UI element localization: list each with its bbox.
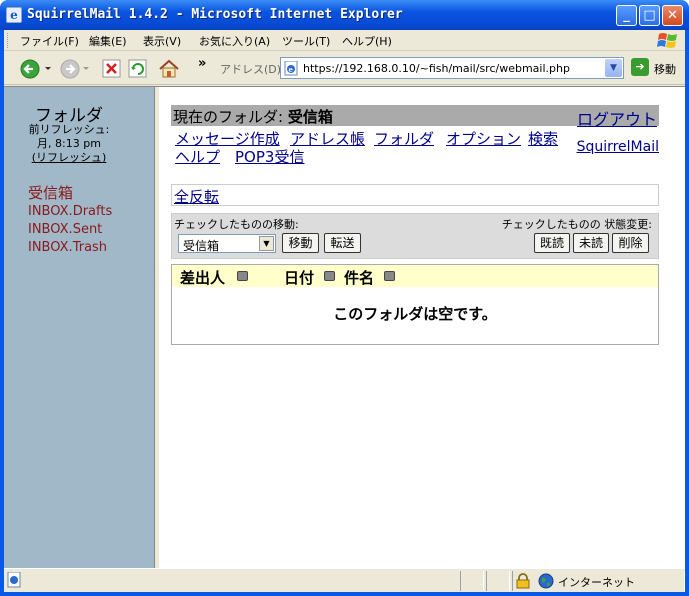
nav-help[interactable]: ヘルプ [175,146,220,167]
menu-favorites[interactable]: お気に入り(A) [199,33,270,49]
svg-text:e: e [289,65,294,74]
page-status-icon [7,572,21,588]
sort-from-icon[interactable] [237,271,248,281]
close-button[interactable]: ✕ [662,5,683,26]
frame-divider[interactable] [154,87,160,569]
browser-client: ファイル(F) 編集(E) 表示(V) お気に入り(A) ツール(T) ヘルプ(… [4,30,685,592]
lock-icon[interactable] [516,573,530,589]
home-icon[interactable] [158,58,180,80]
sort-subject-icon[interactable] [384,271,395,281]
move-folder-value: 受信箱 [183,239,220,253]
address-label: アドレス(D) [220,63,282,76]
move-button[interactable]: 移動 [282,233,319,253]
current-folder-label: 現在のフォルダ: [173,108,284,126]
address-bar[interactable]: e https://192.168.0.10/~fish/mail/src/we… [280,57,624,79]
message-pane: 現在のフォルダ: 受信箱 ログアウト メッセージ作成 アドレス帳 フォルダ オプ… [161,87,683,569]
windows-logo-icon [657,33,677,48]
menu-bar: ファイル(F) 編集(E) 表示(V) お気に入り(A) ツール(T) ヘルプ(… [4,30,685,51]
forward-icon[interactable] [60,58,92,80]
security-zone: インターネット [558,576,635,589]
sort-date-icon[interactable] [324,271,335,281]
message-list-header: 差出人 日付 件名 [172,265,658,287]
move-folder-select[interactable]: 受信箱 ▼ [178,234,276,253]
refresh-label: 前リフレッシュ: [28,123,110,136]
page-content: フォルダ 前リフレッシュ: 月, 8:13 pm (リフレッシュ) 受信箱 IN… [4,86,685,569]
logout-link[interactable]: ログアウト [577,106,657,130]
column-date[interactable]: 日付 [284,267,314,288]
message-list: 差出人 日付 件名 このフォルダは空です。 [171,264,659,345]
dropdown-arrow-icon[interactable]: ▼ [259,236,274,251]
address-url: https://192.168.0.10/~fish/mail/src/webm… [303,62,570,75]
menu-file[interactable]: ファイル(F) [20,33,79,49]
menu-help[interactable]: ヘルプ(H) [342,33,392,49]
column-from[interactable]: 差出人 [180,267,225,288]
globe-icon [538,573,554,589]
minimize-button[interactable]: _ [616,5,637,26]
move-label: チェックしたものの移動: [174,218,299,231]
mark-unread-button[interactable]: 未読 [573,233,609,253]
browser-window: e SquirrelMail 1.4.2 - Microsoft Interne… [0,0,689,596]
refresh-link[interactable]: (リフレッシュ) [32,151,107,164]
refresh-time: 月, 8:13 pm [37,137,101,150]
empty-folder-message: このフォルダは空です。 [333,305,497,323]
toggle-all-row: 全反転 [171,184,659,206]
stop-icon[interactable] [102,59,122,79]
folder-drafts[interactable]: INBOX.Drafts [28,204,112,219]
menu-tools[interactable]: ツール(T) [282,33,330,49]
squirrelmail-link[interactable]: SquirrelMail [577,139,659,155]
menu-edit[interactable]: 編集(E) [89,33,127,49]
folder-sent[interactable]: INBOX.Sent [28,222,102,237]
nav-search[interactable]: 検索 [528,128,558,149]
folder-trash[interactable]: INBOX.Trash [28,240,107,255]
toolbar: » アドレス(D) e https://192.168.0.10/~fish/m… [4,52,685,85]
current-folder-bar: 現在のフォルダ: 受信箱 ログアウト [171,105,659,129]
toggle-all-link[interactable]: 全反転 [174,186,219,207]
address-dropdown-icon[interactable]: ▼ [605,59,622,77]
delete-button[interactable]: 削除 [612,233,649,253]
ie-icon: e [6,7,22,23]
folder-inbox[interactable]: 受信箱 [28,182,73,203]
status-cell [486,571,510,591]
go-arrow-icon[interactable]: ➔ [631,58,649,76]
mark-read-button[interactable]: 既読 [534,233,570,253]
actions-bar: チェックしたものの移動: チェックしたものの 状態変更: 受信箱 ▼ 移動 転送… [171,213,659,259]
current-folder-name: 受信箱 [287,108,333,126]
nav-pop3[interactable]: POP3受信 [235,146,304,167]
folder-sidebar: フォルダ 前リフレッシュ: 月, 8:13 pm (リフレッシュ) 受信箱 IN… [4,87,154,569]
refresh-info: 前リフレッシュ: 月, 8:13 pm (リフレッシュ) [4,123,134,165]
status-cell [460,571,484,591]
page-icon: e [284,61,298,76]
back-icon[interactable] [20,58,56,80]
go-button[interactable]: 移動 [654,61,676,77]
forward-button[interactable]: 転送 [324,233,361,253]
menu-view[interactable]: 表示(V) [143,33,181,49]
status-bar: インターネット [4,568,685,592]
column-subject[interactable]: 件名 [344,267,374,288]
nav-folders[interactable]: フォルダ [374,128,434,149]
refresh-icon[interactable] [128,59,148,79]
menu-grip [7,33,10,48]
window-title: SquirrelMail 1.4.2 - Microsoft Internet … [27,7,403,22]
status-label: チェックしたものの 状態変更: [501,218,652,231]
maximize-button[interactable]: □ [639,5,660,26]
title-bar[interactable]: e SquirrelMail 1.4.2 - Microsoft Interne… [0,0,689,30]
nav-options[interactable]: オプション [446,128,521,149]
toolbar-more[interactable]: » [198,56,206,71]
